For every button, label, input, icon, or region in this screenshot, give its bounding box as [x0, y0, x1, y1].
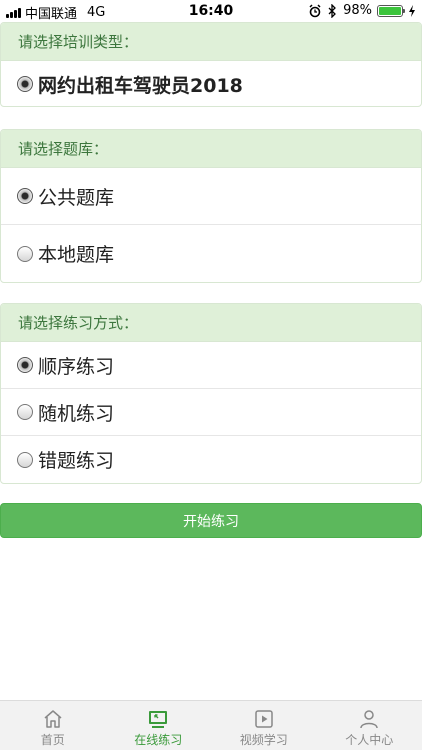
question-bank-option-public[interactable]: 公共题库: [1, 168, 421, 225]
bluetooth-icon: [328, 3, 337, 18]
user-icon: [360, 710, 378, 729]
radio-button[interactable]: [17, 76, 33, 92]
option-label: 错题练习: [38, 450, 115, 472]
alarm-icon: [309, 3, 321, 17]
tab-label: 首页: [40, 733, 65, 747]
battery-icon: [377, 4, 405, 17]
option-label: 本地题库: [38, 244, 115, 266]
training-type-option[interactable]: 网约出租车驾驶员2018: [1, 61, 421, 106]
tab-online-practice[interactable]: 在线练习: [106, 701, 212, 750]
question-bank-option-local[interactable]: 本地题库: [1, 225, 421, 282]
training-type-header: 请选择培训类型：: [1, 23, 421, 61]
radio-button[interactable]: [17, 404, 33, 420]
practice-mode-header: 请选择练习方式：: [1, 304, 421, 342]
charging-bolt-icon: [409, 4, 415, 17]
signal-icon: [6, 7, 21, 18]
status-bar: 中国联通 4G 16:40 98%: [0, 0, 422, 22]
practice-mode-option-mistakes[interactable]: 错题练习: [1, 436, 421, 483]
tab-label: 视频学习: [239, 733, 288, 747]
tab-personal-center[interactable]: 个人中心: [317, 701, 422, 750]
status-right: 98%: [309, 3, 416, 18]
practice-mode-panel: 请选择练习方式： 顺序练习 随机练习 错题练习: [0, 303, 422, 484]
network-type: 4G: [87, 5, 106, 20]
status-left: 中国联通 4G: [6, 3, 105, 22]
question-bank-header: 请选择题库：: [1, 130, 421, 168]
option-label: 网约出租车驾驶员2018: [38, 74, 243, 97]
carrier-name: 中国联通: [25, 7, 78, 22]
radio-button[interactable]: [17, 188, 33, 204]
practice-mode-option-random[interactable]: 随机练习: [1, 389, 421, 436]
training-type-panel: 请选择培训类型： 网约出租车驾驶员2018: [0, 22, 422, 107]
radio-button[interactable]: [17, 357, 33, 373]
practice-mode-option-sequential[interactable]: 顺序练习: [1, 342, 421, 389]
bottom-tab-bar: 首页 在线练习 视频学习 个人中心: [0, 700, 422, 750]
online-practice-icon: [149, 711, 168, 728]
battery-fill: [379, 6, 401, 15]
option-label: 公共题库: [38, 186, 115, 209]
tab-home[interactable]: 首页: [0, 701, 106, 750]
video-icon: [255, 710, 273, 728]
radio-button[interactable]: [17, 245, 33, 262]
question-bank-panel: 请选择题库： 公共题库 本地题库: [0, 129, 422, 283]
tab-label: 在线练习: [134, 733, 183, 747]
tab-video-learning[interactable]: 视频学习: [211, 701, 317, 750]
option-label: 随机练习: [38, 402, 115, 425]
start-practice-button[interactable]: 开始练习: [0, 503, 422, 538]
radio-button[interactable]: [17, 451, 33, 468]
tab-label: 个人中心: [345, 733, 394, 747]
home-icon: [44, 710, 62, 728]
battery-percent: 98%: [343, 3, 372, 18]
option-label: 顺序练习: [38, 355, 115, 378]
